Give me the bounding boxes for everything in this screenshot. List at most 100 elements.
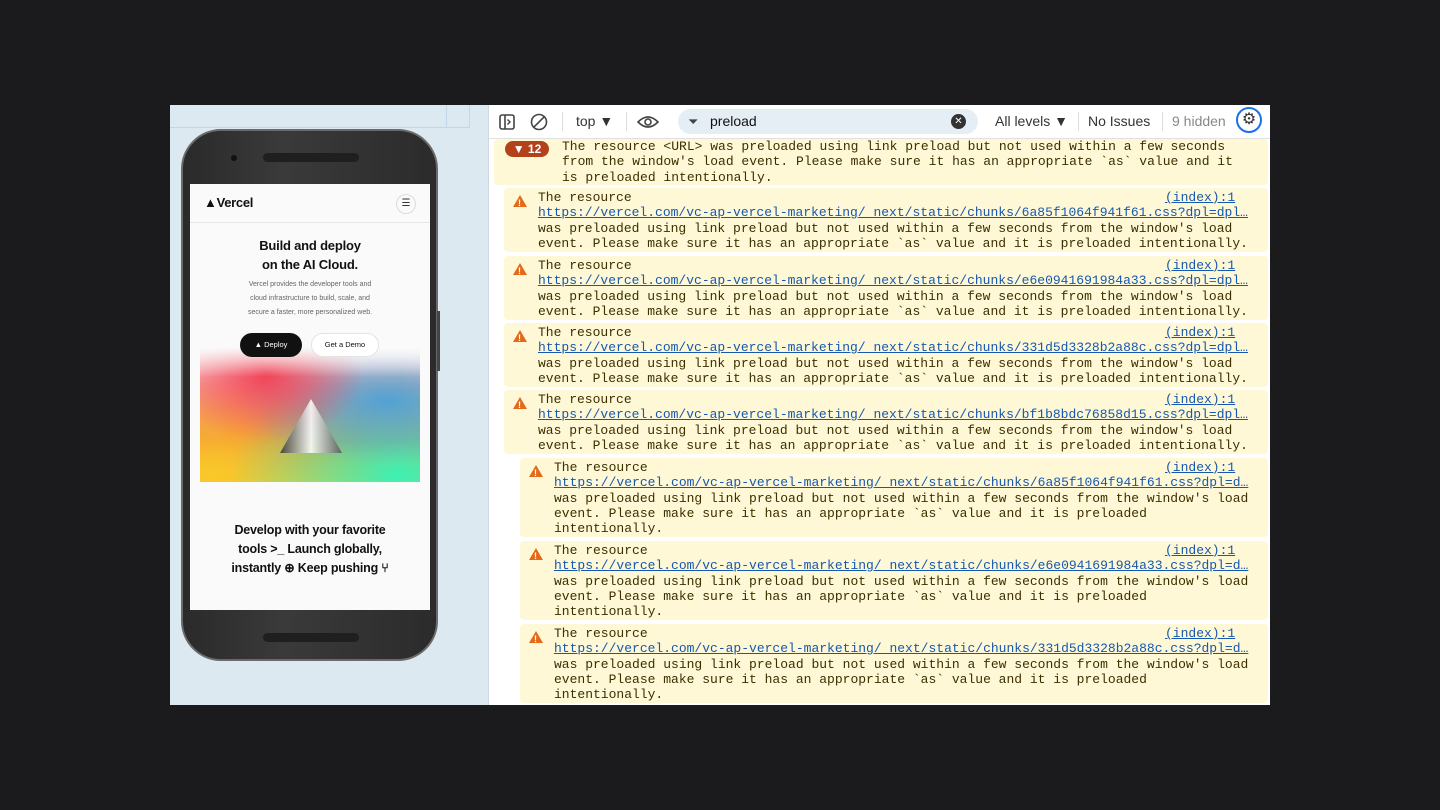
warning-icon	[513, 263, 527, 279]
tagline: Develop with your favorite tools >_ Laun…	[210, 521, 410, 578]
triangle-logo-icon	[280, 399, 342, 453]
warning-icon	[513, 397, 527, 413]
home-bar	[263, 633, 359, 642]
browser-frame: ▲Vercel ☰ Build and deploy on the AI Clo…	[170, 105, 1270, 705]
message-text: The resource https://vercel.com/vc-ap-ver…	[554, 460, 1248, 536]
filter-input-box[interactable]: ⏷ preload ✕	[678, 109, 978, 134]
toolbar-separator	[626, 112, 627, 131]
hero-title: Build and deploy on the AI Cloud.	[190, 236, 430, 274]
tagline-line: Develop with your favorite	[234, 523, 386, 537]
filter-funnel-icon: ⏷	[688, 114, 699, 129]
message-line: event. Please make sure it has an approp…	[554, 505, 1147, 521]
hero-subtitle: Vercel provides the developer tools and …	[230, 278, 390, 320]
warning-icon	[513, 330, 527, 346]
message-line: was preloaded using link preload but not…	[538, 355, 1233, 371]
devtools-console-panel: top ▼ ⏷ preload ✕ All levels ▼ No Issues…	[488, 105, 1270, 705]
message-line: event. Please make sure it has an approp…	[554, 671, 1147, 687]
message-text: The resource https://vercel.com/vc-ap-ver…	[538, 325, 1248, 386]
device-ruler	[170, 105, 447, 128]
warning-message[interactable]: (index):1 The resourcehttps://vercel.com…	[504, 188, 1268, 252]
warning-message[interactable]: (index):1 The resourcehttps://vercel.com…	[520, 541, 1268, 620]
message-line: The resource	[538, 325, 632, 340]
device-preview: ▲Vercel ☰ Build and deploy on the AI Clo…	[170, 105, 488, 705]
toolbar-separator	[562, 112, 563, 131]
filter-input[interactable]: preload	[710, 109, 757, 134]
clear-console-icon[interactable]	[530, 105, 548, 138]
resource-url-link[interactable]: https://vercel.com/vc-ap-vercel-marketin…	[554, 558, 1248, 573]
message-line: event. Please make sure it has an approp…	[554, 588, 1147, 604]
phone-frame: ▲Vercel ☰ Build and deploy on the AI Clo…	[181, 129, 440, 661]
speaker-grille	[263, 153, 359, 162]
group-count-badge[interactable]: ▼ 12	[505, 141, 549, 157]
hero-subtitle-line: secure a faster, more personalized web.	[247, 309, 373, 316]
message-line: The resource	[554, 460, 648, 475]
resource-url-link[interactable]: https://vercel.com/vc-ap-vercel-marketin…	[554, 641, 1248, 656]
message-line: event. Please make sure it has an approp…	[538, 370, 1248, 386]
message-line: event. Please make sure it has an approp…	[538, 437, 1248, 453]
clear-filter-icon[interactable]: ✕	[951, 114, 966, 129]
message-text: The resource https://vercel.com/vc-ap-ver…	[554, 543, 1248, 619]
message-group[interactable]: ▼ 12 The resource <URL> was preloaded us…	[494, 139, 1268, 185]
gradient-fade	[200, 347, 420, 377]
toolbar-separator	[1162, 112, 1163, 131]
phone-screen[interactable]: ▲Vercel ☰ Build and deploy on the AI Clo…	[190, 184, 430, 610]
message-text: The resource https://vercel.com/vc-ap-ver…	[538, 392, 1248, 453]
console-messages: ▼ 12 The resource <URL> was preloaded us…	[489, 139, 1270, 705]
hamburger-icon[interactable]: ☰	[396, 194, 416, 214]
message-line: from the window's load event. Please mak…	[562, 154, 1233, 170]
side-button	[437, 311, 440, 371]
issues-button[interactable]: No Issues	[1088, 105, 1150, 138]
warning-icon	[513, 195, 527, 211]
warning-message[interactable]: (index):1 The resourcehttps://vercel.com…	[504, 390, 1268, 454]
message-line: intentionally.	[554, 521, 664, 537]
hero-subtitle-line: Vercel provides the developer tools and	[248, 281, 372, 288]
warning-icon	[529, 631, 543, 647]
message-line: was preloaded using link preload but not…	[538, 288, 1233, 304]
resource-url-link[interactable]: https://vercel.com/vc-ap-vercel-marketin…	[538, 407, 1248, 422]
hero-title-line: on the AI Cloud.	[262, 257, 358, 272]
toolbar-separator	[1078, 112, 1079, 131]
message-text: The resource https://vercel.com/vc-ap-ver…	[538, 258, 1248, 319]
message-line: is preloaded intentionally.	[562, 169, 773, 185]
hero-title-line: Build and deploy	[259, 238, 361, 253]
hidden-count: 9 hidden	[1172, 113, 1226, 129]
message-line: was preloaded using link preload but not…	[554, 490, 1249, 506]
resource-url-link[interactable]: https://vercel.com/vc-ap-vercel-marketin…	[538, 340, 1248, 355]
device-ruler-segment	[447, 105, 470, 128]
warning-icon	[529, 548, 543, 564]
log-levels-dropdown[interactable]: All levels ▼	[995, 105, 1068, 138]
context-selector[interactable]: top ▼	[576, 105, 613, 138]
message-line: event. Please make sure it has an approp…	[538, 303, 1248, 319]
hero-subtitle-line: cloud infrastructure to build, scale, an…	[250, 295, 370, 302]
message-line: intentionally.	[554, 604, 664, 620]
vercel-logo[interactable]: ▲Vercel	[204, 195, 253, 210]
warning-message[interactable]: (index):1 The resourcehttps://vercel.com…	[520, 624, 1268, 703]
camera-icon	[231, 155, 237, 161]
message-line: was preloaded using link preload but not…	[538, 220, 1233, 236]
warning-icon	[529, 465, 543, 481]
hero-gradient-graphic	[200, 347, 420, 482]
console-toolbar: top ▼ ⏷ preload ✕ All levels ▼ No Issues…	[489, 105, 1270, 139]
message-line: event. Please make sure it has an approp…	[538, 235, 1248, 251]
warning-message[interactable]: (index):1 The resourcehttps://vercel.com…	[520, 458, 1268, 537]
resource-url-link[interactable]: https://vercel.com/vc-ap-vercel-marketin…	[554, 475, 1248, 490]
message-line: was preloaded using link preload but not…	[554, 573, 1249, 589]
eye-icon[interactable]	[636, 105, 660, 138]
message-line: was preloaded using link preload but not…	[538, 422, 1233, 438]
settings-gear-icon[interactable]: ⚙	[1236, 107, 1262, 133]
site-nav: ▲Vercel ☰	[190, 184, 430, 223]
message-line: The resource	[538, 190, 632, 205]
resource-url-link[interactable]: https://vercel.com/vc-ap-vercel-marketin…	[538, 273, 1248, 288]
message-text: The resource https://vercel.com/vc-ap-ver…	[554, 626, 1248, 702]
message-text: The resource https://vercel.com/vc-ap-ver…	[538, 190, 1248, 251]
deploy-button[interactable]: ▲ Deploy	[240, 333, 302, 357]
warning-message[interactable]: (index):1 The resourcehttps://vercel.com…	[504, 323, 1268, 387]
group-message-text: The resource <URL> was preloaded using l…	[562, 139, 1242, 185]
message-line: intentionally.	[554, 687, 664, 703]
tagline-line: instantly ⊕ Keep pushing ⑂	[231, 561, 389, 575]
get-demo-button[interactable]: Get a Demo	[311, 333, 379, 357]
sidebar-toggle-icon[interactable]	[499, 105, 515, 138]
warning-message[interactable]: (index):1 The resourcehttps://vercel.com…	[504, 256, 1268, 320]
message-line: The resource	[554, 626, 648, 641]
resource-url-link[interactable]: https://vercel.com/vc-ap-vercel-marketin…	[538, 205, 1248, 220]
